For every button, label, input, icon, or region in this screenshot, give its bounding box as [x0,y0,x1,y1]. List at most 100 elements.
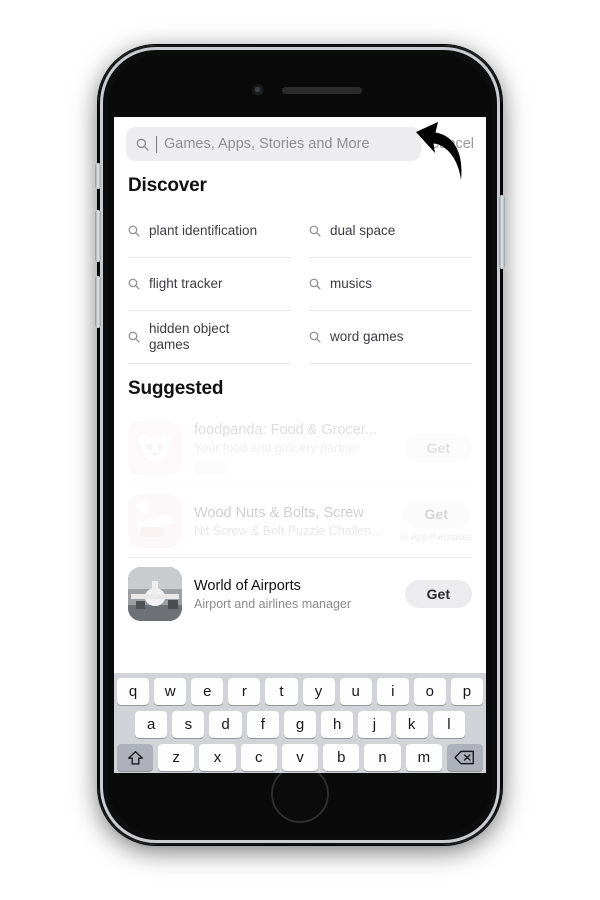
panda-glyph-icon [138,434,172,461]
get-button[interactable]: Get [402,500,470,528]
phone-screen: Games, Apps, Stories and More Cancel Dis… [114,117,486,673]
discover-grid: plant identification flight tracker hidd… [114,205,486,364]
app-meta: World of Airports Airport and airlines m… [194,578,393,611]
search-placeholder: Games, Apps, Stories and More [164,136,370,152]
discover-item-label: musics [330,275,373,291]
airport-photo-app-icon [128,567,182,621]
app-title: foodpanda: Food & Grocer... [194,422,377,438]
app-row[interactable]: Wood Nuts & Bolts, Screw Nit Screw & Bol… [128,484,472,557]
phone-top-hardware [98,63,502,123]
app-meta: Wood Nuts & Bolts, Screw Nit Screw & Bol… [194,505,388,538]
search-icon [128,278,140,290]
key-a[interactable]: a [135,711,168,738]
suggested-heading: Suggested [128,378,224,399]
in-app-purchase-note: In-App Purchases [400,532,472,542]
key-m[interactable]: m [405,744,442,771]
search-icon [309,331,321,343]
canvas: Games, Apps, Stories and More Cancel Dis… [0,0,600,900]
search-icon [309,225,321,237]
app-row[interactable]: World of Airports Airport and airlines m… [128,557,472,630]
shift-key[interactable] [117,744,154,771]
app-subtitle: Airport and airlines manager [194,596,352,611]
panda-app-icon [128,421,182,475]
app-action: Get [404,580,472,608]
bolt-glyph-icon [137,501,173,537]
get-button[interactable]: Get [404,580,472,608]
text-cursor [156,135,157,153]
key-f[interactable]: f [246,711,279,738]
key-e[interactable]: e [191,678,224,705]
key-n[interactable]: n [364,744,401,771]
discover-item-label: word games [330,328,404,344]
key-l[interactable]: l [432,711,465,738]
wood-bolts-app-icon [128,494,182,548]
key-x[interactable]: x [199,744,236,771]
app-row[interactable]: foodpanda: Food & Grocer... Your food an… [128,412,472,484]
key-c[interactable]: c [240,744,277,771]
phone-device: Games, Apps, Stories and More Cancel Dis… [95,45,505,845]
silent-switch[interactable] [95,163,101,189]
search-icon [309,278,321,290]
key-i[interactable]: i [376,678,409,705]
search-icon [128,331,140,343]
backspace-icon [454,750,475,765]
discover-item[interactable]: hidden object games [128,311,291,364]
backspace-key[interactable] [446,744,483,771]
discover-item[interactable]: flight tracker [128,258,291,311]
get-button[interactable]: Get [404,434,472,462]
discover-item[interactable]: musics [309,258,472,311]
airplane-photo-icon [128,567,182,621]
key-q[interactable]: q [117,678,150,705]
home-button[interactable] [271,765,329,823]
key-b[interactable]: b [323,744,360,771]
volume-up-button[interactable] [95,210,101,262]
search-icon [128,225,140,237]
key-h[interactable]: h [321,711,354,738]
search-icon [136,138,149,151]
cancel-button[interactable]: Cancel [429,136,474,152]
discover-item-label: plant identification [149,222,258,238]
key-s[interactable]: s [172,711,205,738]
key-w[interactable]: w [154,678,187,705]
front-camera-icon [252,84,264,96]
app-action: Get In-App Purchases [400,500,472,542]
key-g[interactable]: g [283,711,317,738]
app-rating-badge [194,461,228,474]
key-y[interactable]: y [302,678,335,705]
search-bar-row: Games, Apps, Stories and More Cancel [114,117,486,169]
suggested-app-list: foodpanda: Food & Grocer... Your food an… [114,408,486,630]
key-o[interactable]: o [413,678,446,705]
power-button[interactable] [499,195,505,269]
app-subtitle: Your food and grocery partner [194,441,360,455]
discover-item[interactable]: word games [309,311,472,364]
app-meta: foodpanda: Food & Grocer... Your food an… [194,422,393,474]
key-k[interactable]: k [395,711,428,738]
discover-item-label: flight tracker [149,275,223,291]
key-v[interactable]: v [281,744,319,771]
discover-column-left: plant identification flight tracker hidd… [128,205,303,364]
discover-item[interactable]: plant identification [128,205,291,258]
key-u[interactable]: u [339,678,372,705]
keyboard-row-1: q w e r t y u i o p [117,678,483,705]
key-d[interactable]: d [209,711,242,738]
volume-down-button[interactable] [95,276,101,328]
key-j[interactable]: j [358,711,391,738]
key-t[interactable]: t [265,678,298,705]
onscreen-keyboard: q w e r t y u i o p a s d f g h j k l z … [114,673,486,773]
earpiece-speaker [282,87,362,94]
key-z[interactable]: z [158,744,195,771]
discover-item[interactable]: dual space [309,205,472,258]
key-r[interactable]: r [228,678,261,705]
keyboard-row-2: a s d f g h j k l [117,711,483,738]
discover-heading: Discover [128,175,207,196]
app-action: Get [404,434,472,462]
shift-arrow-icon [127,750,143,765]
discover-item-label: hidden object games [149,320,230,352]
app-title: World of Airports [194,577,301,594]
app-title: Wood Nuts & Bolts, Screw [194,504,364,521]
search-input[interactable]: Games, Apps, Stories and More [126,127,421,161]
keyboard-row-3: z x c v b n m [117,744,483,771]
discover-column-right: dual space musics word games [303,205,472,364]
discover-item-label: dual space [330,222,396,238]
key-p[interactable]: p [450,678,483,705]
